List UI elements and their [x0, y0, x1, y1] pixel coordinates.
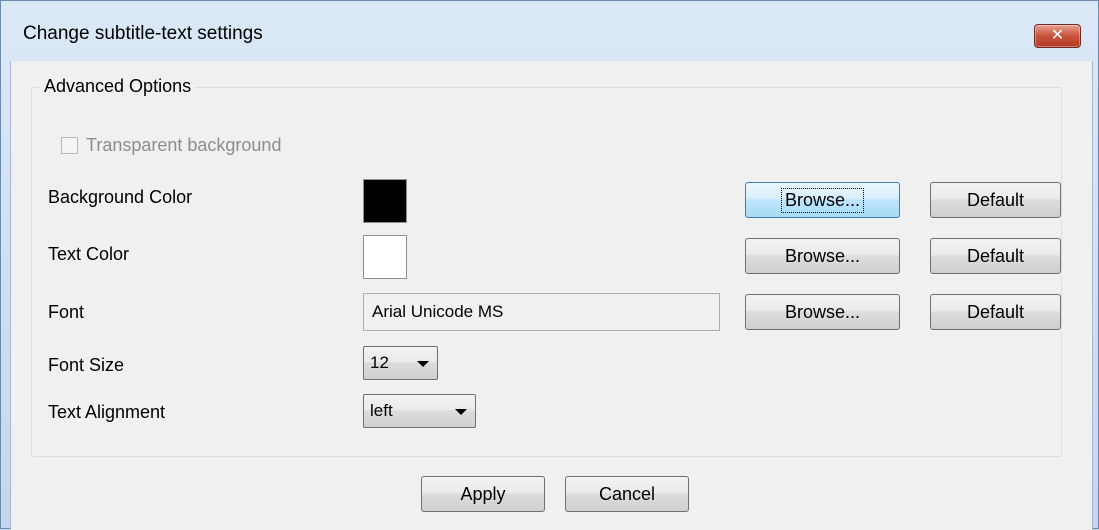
chevron-down-icon	[455, 409, 467, 415]
font-size-label: Font Size	[48, 355, 125, 375]
cancel-button[interactable]: Cancel	[565, 476, 689, 512]
window-title: Change subtitle-text settings	[23, 23, 263, 44]
text-color-label: Text Color	[48, 244, 130, 264]
background-color-default-button[interactable]: Default	[930, 182, 1061, 218]
close-icon: ✕	[1050, 27, 1065, 44]
font-browse-label: Browse...	[784, 301, 861, 322]
text-color-browse-button[interactable]: Browse...	[745, 238, 900, 274]
apply-button-label: Apply	[460, 483, 506, 504]
apply-button[interactable]: Apply	[421, 476, 545, 512]
background-color-label: Background Color	[48, 187, 193, 207]
text-color-default-button[interactable]: Default	[930, 238, 1061, 274]
font-name-value: Arial Unicode MS	[372, 302, 504, 321]
text-alignment-label: Text Alignment	[48, 402, 166, 422]
group-legend: Advanced Options	[40, 76, 196, 97]
text-color-swatch	[363, 235, 407, 279]
background-color-browse-label: Browse...	[780, 187, 865, 213]
dialog-body: Advanced Options Transparent background …	[10, 61, 1093, 530]
text-alignment-select[interactable]: left	[363, 394, 476, 428]
font-size-value: 12	[370, 353, 389, 372]
title-bar: Change subtitle-text settings ✕	[1, 1, 1098, 61]
font-size-select[interactable]: 12	[363, 346, 438, 380]
close-button[interactable]: ✕	[1034, 24, 1081, 48]
text-color-default-label: Default	[966, 245, 1025, 266]
font-browse-button[interactable]: Browse...	[745, 294, 900, 330]
transparent-background-checkbox-row: Transparent background	[61, 135, 281, 156]
cancel-button-label: Cancel	[598, 483, 656, 504]
background-color-swatch	[363, 179, 407, 223]
dialog-window: Change subtitle-text settings ✕ Advanced…	[0, 0, 1099, 530]
font-default-button[interactable]: Default	[930, 294, 1061, 330]
text-alignment-value: left	[370, 401, 393, 420]
background-color-default-label: Default	[966, 189, 1025, 210]
chevron-down-icon	[417, 361, 429, 367]
font-name-field: Arial Unicode MS	[363, 293, 720, 331]
font-default-label: Default	[966, 301, 1025, 322]
background-color-browse-button[interactable]: Browse...	[745, 182, 900, 218]
transparent-background-checkbox[interactable]	[61, 137, 78, 154]
text-color-browse-label: Browse...	[784, 245, 861, 266]
transparent-background-label: Transparent background	[86, 135, 282, 155]
font-label: Font	[48, 302, 85, 322]
